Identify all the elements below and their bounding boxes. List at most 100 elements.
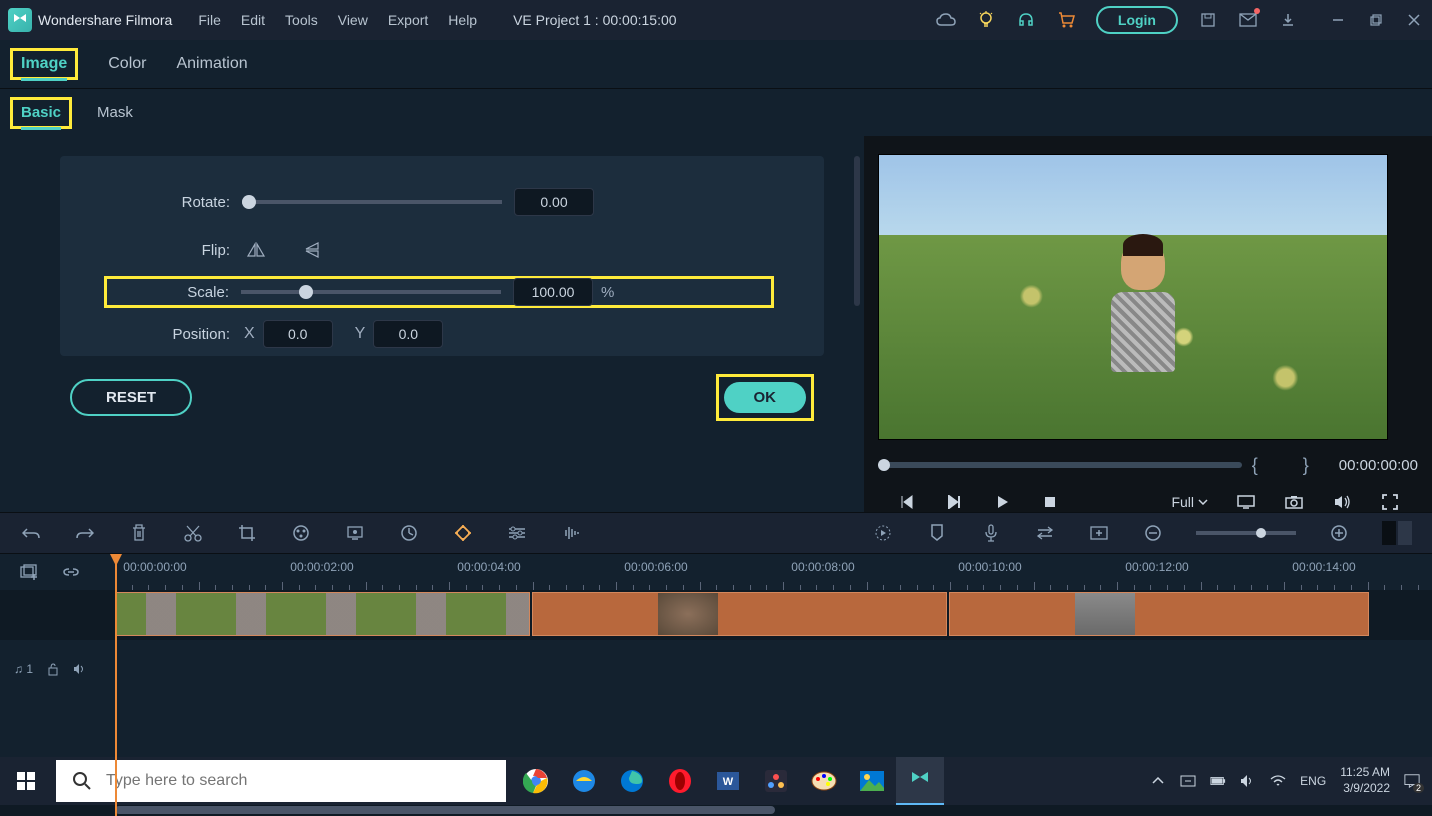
login-button[interactable]: Login [1096,6,1178,34]
mail-icon[interactable] [1238,10,1258,30]
taskbar-word[interactable]: W [704,757,752,805]
menu-tools[interactable]: Tools [285,12,318,28]
volume-icon[interactable] [1332,492,1352,512]
scale-slider[interactable] [241,290,501,294]
rotate-value[interactable]: 0.00 [514,188,594,216]
taskbar-search[interactable] [56,760,506,802]
mute-icon[interactable] [73,663,87,675]
tab-animation[interactable]: Animation [176,49,247,79]
audio-track-body[interactable] [115,644,1432,694]
prev-frame-icon[interactable] [896,492,916,512]
subtab-mask[interactable]: Mask [97,98,133,127]
clip-2[interactable] [532,592,947,636]
flip-row: Flip: [110,234,774,266]
audio-mixer-icon[interactable] [1034,522,1056,544]
tray-clock[interactable]: 11:25 AM 3/9/2022 [1340,765,1390,796]
taskbar-opera[interactable] [656,757,704,805]
taskbar-resolve[interactable] [752,757,800,805]
stop-icon[interactable] [1040,492,1060,512]
voiceover-icon[interactable] [980,522,1002,544]
taskbar-paint[interactable] [800,757,848,805]
timeline-ruler[interactable]: 00:00:00:0000:00:02:0000:00:04:0000:00:0… [115,554,1432,590]
tray-wifi-icon[interactable] [1270,773,1286,789]
playback-slider[interactable] [878,462,1242,468]
flip-vertical-icon[interactable] [300,240,328,260]
marker-icon[interactable] [926,522,948,544]
crop-icon[interactable] [236,522,258,544]
cloud-icon[interactable] [936,10,956,30]
taskbar-filmora[interactable] [896,757,944,805]
clip-3[interactable] [949,592,1369,636]
tray-expand-icon[interactable] [1150,773,1166,789]
taskbar-chrome[interactable] [512,757,560,805]
fullscreen-icon[interactable] [1380,492,1400,512]
ok-button[interactable]: OK [724,382,807,413]
timeline-toolbar [0,512,1432,554]
tray-meet-icon[interactable] [1180,773,1196,789]
delete-icon[interactable] [128,522,150,544]
tab-image[interactable]: Image [21,49,67,81]
menu-help[interactable]: Help [448,12,477,28]
lock-icon[interactable] [47,662,59,676]
step-back-icon[interactable] [944,492,964,512]
undo-icon[interactable] [20,522,42,544]
taskbar-photos[interactable] [848,757,896,805]
menu-view[interactable]: View [338,12,368,28]
position-x-value[interactable]: 0.0 [263,320,333,348]
menu-export[interactable]: Export [388,12,428,28]
minimize-icon[interactable] [1328,10,1348,30]
close-icon[interactable] [1404,10,1424,30]
search-input[interactable] [106,772,490,790]
display-icon[interactable] [1236,492,1256,512]
link-icon[interactable] [60,561,82,583]
zoom-out-icon[interactable] [1142,522,1164,544]
speed-icon[interactable] [398,522,420,544]
scale-value[interactable]: 100.00 [513,278,593,306]
taskbar-ie[interactable] [560,757,608,805]
mark-in-out[interactable]: { } [1252,455,1329,476]
start-button[interactable] [0,757,52,805]
keyframe-icon[interactable] [452,522,474,544]
quality-select[interactable]: Full [1171,494,1208,510]
tab-color[interactable]: Color [108,49,146,79]
redo-icon[interactable] [74,522,96,544]
tray-notifications-icon[interactable]: 2 [1404,773,1420,789]
video-track-body[interactable] [115,590,1432,640]
windows-taskbar: W ENG 11:25 AM 3/9/2022 2 [0,757,1432,805]
menu-file[interactable]: File [198,12,221,28]
bulb-icon[interactable] [976,10,996,30]
cart-icon[interactable] [1056,10,1076,30]
zoom-slider[interactable] [1196,531,1296,535]
save-icon[interactable] [1198,10,1218,30]
menu-edit[interactable]: Edit [241,12,265,28]
preview-viewport[interactable] [878,154,1388,440]
taskbar-edge[interactable] [608,757,656,805]
green-screen-icon[interactable] [344,522,366,544]
expand-icon[interactable] [1088,522,1110,544]
render-icon[interactable] [872,522,894,544]
audio-icon[interactable] [560,522,582,544]
settings-icon[interactable] [506,522,528,544]
reset-button[interactable]: RESET [70,379,192,416]
tray-battery-icon[interactable] [1210,773,1226,789]
tray-volume-icon[interactable] [1240,773,1256,789]
view-toggle[interactable] [1382,521,1412,545]
position-y-value[interactable]: 0.0 [373,320,443,348]
tray-lang[interactable]: ENG [1300,774,1326,788]
zoom-in-icon[interactable] [1328,522,1350,544]
split-icon[interactable] [182,522,204,544]
clip-1[interactable] [115,592,530,636]
timeline-hscroll[interactable] [0,804,1432,816]
snapshot-icon[interactable] [1284,492,1304,512]
maximize-icon[interactable] [1366,10,1386,30]
panel-scrollbar[interactable] [854,156,860,306]
download-icon[interactable] [1278,10,1298,30]
play-icon[interactable] [992,492,1012,512]
flip-horizontal-icon[interactable] [242,240,270,260]
headset-icon[interactable] [1016,10,1036,30]
rotate-slider[interactable] [242,200,502,204]
color-icon[interactable] [290,522,312,544]
playhead[interactable] [115,554,117,816]
subtab-basic[interactable]: Basic [21,98,61,130]
add-track-icon[interactable] [18,561,40,583]
